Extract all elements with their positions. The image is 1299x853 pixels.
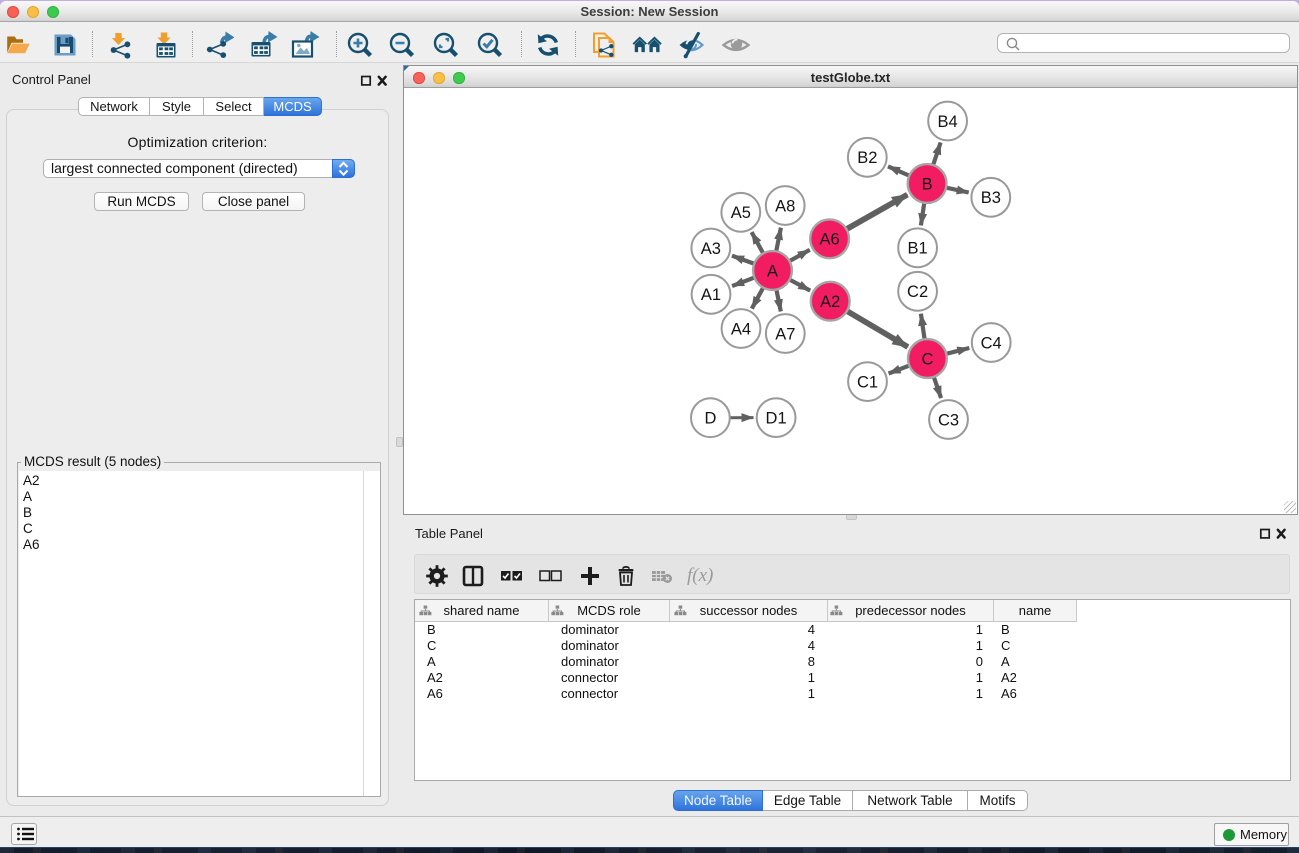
svg-text:A3: A3 (701, 240, 721, 258)
svg-text:A6: A6 (820, 231, 840, 249)
svg-text:C4: C4 (981, 334, 1002, 352)
svg-text:D: D (704, 410, 716, 428)
svg-text:A2: A2 (820, 293, 840, 311)
svg-text:C3: C3 (938, 411, 959, 429)
svg-text:A4: A4 (731, 320, 751, 338)
svg-text:A: A (767, 262, 778, 280)
svg-text:B1: B1 (908, 240, 928, 258)
svg-text:C2: C2 (907, 283, 928, 301)
svg-text:A5: A5 (731, 204, 751, 222)
svg-text:C: C (921, 350, 933, 368)
svg-text:A7: A7 (775, 325, 795, 343)
svg-text:B: B (922, 175, 933, 193)
svg-text:A8: A8 (775, 197, 795, 215)
svg-text:D1: D1 (766, 409, 787, 427)
svg-text:B2: B2 (857, 149, 877, 167)
svg-text:B4: B4 (938, 113, 958, 131)
svg-text:C1: C1 (857, 373, 878, 391)
svg-text:B3: B3 (981, 189, 1001, 207)
svg-text:A1: A1 (701, 286, 721, 304)
